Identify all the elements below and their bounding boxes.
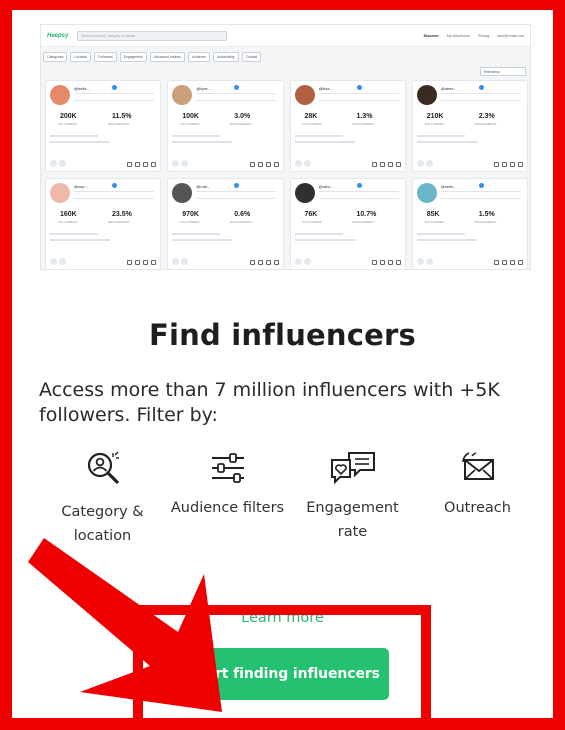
annotation-arrow-icon — [28, 538, 222, 712]
